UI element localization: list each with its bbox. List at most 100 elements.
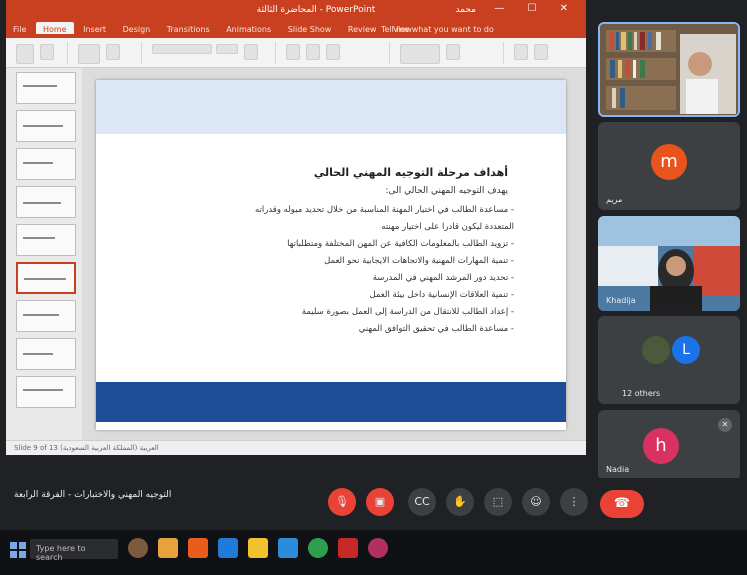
tell-me-search[interactable]: Tell me what you want to do	[381, 25, 494, 34]
slide-footer-bar	[96, 382, 566, 422]
layout-button[interactable]	[106, 44, 120, 60]
tab-review[interactable]: Review	[341, 22, 384, 34]
ppt-window-title: المحاضرة الثالثة - PowerPoint	[256, 5, 376, 15]
participant-tile[interactable]: h ✕ Nadia	[598, 410, 740, 480]
participant-name: Khadija	[606, 296, 636, 305]
slide-thumbnail[interactable]	[16, 186, 76, 218]
present-icon[interactable]: ⬚	[484, 488, 512, 516]
slide-canvas: أهداف مرحلة التوجيه المهني الحالي يهدف ا…	[82, 68, 586, 440]
tab-home[interactable]: Home	[35, 22, 74, 34]
camera-off-icon[interactable]: ▣	[366, 488, 394, 516]
windows-start-icon[interactable]	[10, 542, 26, 558]
slide[interactable]: أهداف مرحلة التوجيه المهني الحالي يهدف ا…	[96, 80, 566, 430]
align-right-button[interactable]	[326, 44, 340, 60]
slide-thumbnail[interactable]	[16, 148, 76, 180]
tab-file[interactable]: File	[6, 22, 33, 34]
participant-tile-video[interactable]: Khadija	[598, 216, 740, 311]
raise-hand-icon[interactable]: ✋	[446, 488, 474, 516]
slide-bullet-list[interactable]: - مساعدة الطالب في اختيار المهنة المناسب…	[114, 202, 514, 338]
mic-off-icon: ✕	[718, 418, 732, 432]
cortana-icon[interactable]	[128, 538, 148, 558]
tab-animations[interactable]: Animations	[219, 22, 278, 34]
ppt-titlebar: المحاضرة الثالثة - PowerPoint محمد — ☐ ✕	[6, 0, 586, 22]
editing-group	[508, 42, 582, 64]
slide-header-band	[96, 80, 566, 134]
bullet-item: المتعددة ليكون قادرا على اختيار مهنته	[381, 222, 514, 232]
avatar: h	[643, 428, 679, 464]
slide-thumbnail[interactable]	[16, 376, 76, 408]
store-icon[interactable]	[278, 538, 298, 558]
slides-group	[72, 42, 142, 64]
avatar: m	[651, 144, 687, 180]
bullet-item: - مساعدة الطالب في تحقيق التوافق المهني	[358, 324, 514, 334]
slide-title[interactable]: أهداف مرحلة التوجيه المهني الحالي	[128, 166, 508, 179]
font-name-select[interactable]	[152, 44, 212, 54]
slide-thumbnail[interactable]	[16, 300, 76, 332]
firefox-icon[interactable]	[188, 538, 208, 558]
ppt-account[interactable]: محمد	[455, 5, 476, 15]
paste-button[interactable]	[16, 44, 34, 64]
numbering-button[interactable]	[306, 44, 320, 60]
drawing-group	[394, 42, 504, 64]
screen: المحاضرة الثالثة - PowerPoint محمد — ☐ ✕…	[0, 0, 747, 575]
mic-off-icon[interactable]: 🎙	[328, 488, 356, 516]
find-button[interactable]	[514, 44, 528, 60]
tab-design[interactable]: Design	[116, 22, 158, 34]
slide-thumbnail[interactable]	[16, 338, 76, 370]
meeting-controls-bar: التوجيه المهني والاختبارات - الفرقة الرا…	[0, 478, 747, 528]
arrange-button[interactable]	[446, 44, 460, 60]
slide-thumbnail[interactable]	[16, 224, 76, 256]
shapes-gallery[interactable]	[400, 44, 440, 64]
powerpoint-icon[interactable]	[338, 538, 358, 558]
participant-name: Nadia	[606, 465, 630, 474]
bullet-item: - تحديد دور المرشد المهني في المدرسة	[372, 273, 514, 283]
status-bar: Slide 9 of 13 العربية (المملكة العربية ا…	[6, 440, 586, 455]
font-group	[146, 42, 276, 64]
avatar	[642, 336, 670, 364]
meeting-name: التوجيه المهني والاختبارات - الفرقة الرا…	[14, 490, 172, 500]
participant-tile-others[interactable]: L 12 others	[598, 316, 740, 404]
edge-icon[interactable]	[218, 538, 238, 558]
taskbar-search-input[interactable]: Type here to search	[30, 539, 118, 562]
bullets-button[interactable]	[286, 44, 300, 60]
font-size-select[interactable]	[216, 44, 238, 54]
replace-button[interactable]	[534, 44, 548, 60]
slide-subtitle[interactable]: يهدف التوجيه المهني الحالي الى:	[128, 186, 509, 196]
more-options-icon[interactable]: ⋮	[560, 488, 588, 516]
participant-tile[interactable]: m مريم	[598, 122, 740, 210]
bullet-item: - إعداد الطالب للانتقال من الدراسة إلى ا…	[301, 307, 514, 317]
bullet-item: - مساعدة الطالب في اختيار المهنة المناسب…	[254, 205, 514, 215]
bullet-item: - تزويد الطالب بالمعلومات الكافية عن الم…	[287, 239, 514, 249]
bold-button[interactable]	[244, 44, 258, 60]
paragraph-group	[280, 42, 390, 64]
file-explorer-icon[interactable]	[158, 538, 178, 558]
ribbon	[6, 38, 586, 68]
clipboard-group	[10, 42, 68, 64]
folder-icon[interactable]	[248, 538, 268, 558]
participant-tile-presenter[interactable]	[598, 22, 740, 117]
bookshelf-video	[600, 24, 738, 115]
slide-thumbnail-selected[interactable]	[16, 262, 76, 294]
cut-button[interactable]	[40, 44, 54, 60]
end-call-button[interactable]: ☎	[600, 490, 644, 518]
bullet-item: - تنمية العلاقات الإنسانية داخل بيئة الع…	[369, 290, 514, 300]
window-controls[interactable]: — ☐ ✕	[494, 3, 578, 14]
slide-thumbnails	[16, 72, 82, 432]
windows-taskbar: Type here to search	[0, 530, 747, 575]
tab-transitions[interactable]: Transitions	[160, 22, 217, 34]
slide-thumbnail[interactable]	[16, 72, 76, 104]
chrome-icon[interactable]	[308, 538, 328, 558]
emoji-icon[interactable]: ☺	[522, 488, 550, 516]
ribbon-tabs: File Home Insert Design Transitions Anim…	[6, 22, 586, 38]
others-count: 12 others	[622, 389, 661, 398]
tab-slideshow[interactable]: Slide Show	[281, 22, 339, 34]
bullet-item: - تنمية المهارات المهنية والاتجاهات الاي…	[324, 256, 514, 266]
participant-name: مريم	[606, 195, 623, 204]
captions-icon[interactable]: CC	[408, 488, 436, 516]
slide-thumbnail[interactable]	[16, 110, 76, 142]
avatar: L	[672, 336, 700, 364]
tab-insert[interactable]: Insert	[76, 22, 113, 34]
media-player-icon[interactable]	[368, 538, 388, 558]
powerpoint-window: المحاضرة الثالثة - PowerPoint محمد — ☐ ✕…	[6, 0, 586, 455]
new-slide-button[interactable]	[78, 44, 100, 64]
